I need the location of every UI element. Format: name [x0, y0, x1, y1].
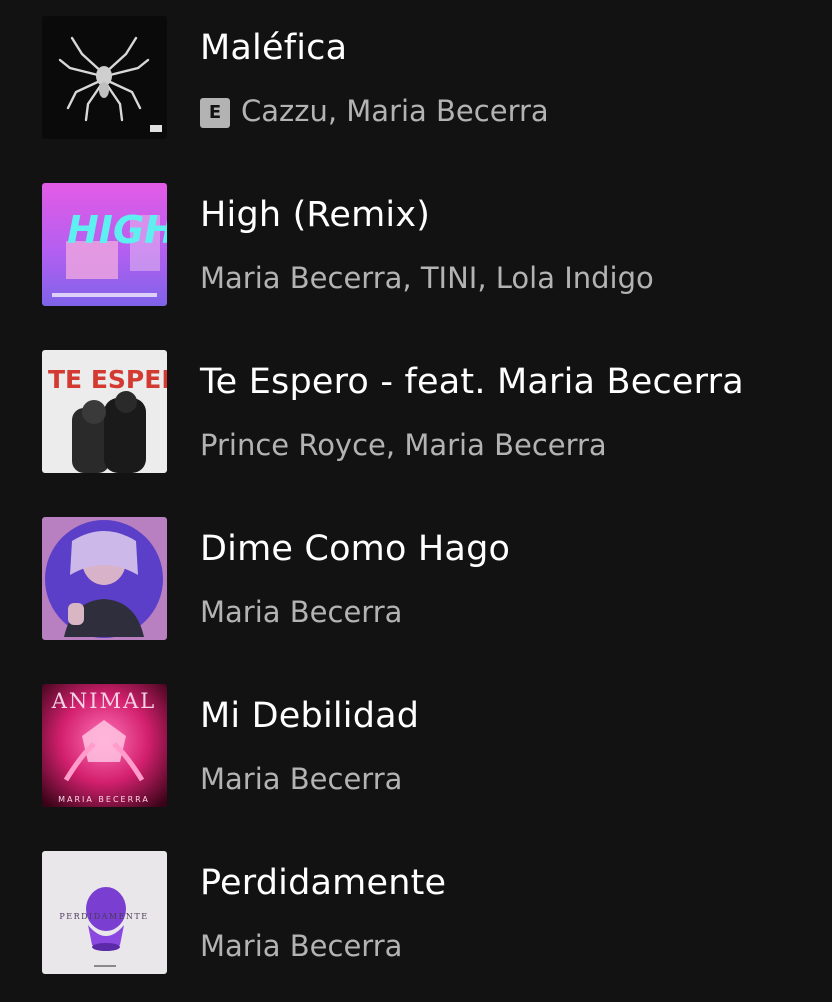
- track-artists: Cazzu, Maria Becerra: [241, 94, 549, 128]
- track-title: Perdidamente: [200, 863, 447, 903]
- track-title: High (Remix): [200, 195, 431, 235]
- cover-subtext-animal: MARIA BECERRA: [58, 795, 150, 804]
- track-title: Te Espero - feat. Maria Becerra: [200, 362, 744, 402]
- track-row[interactable]: HIGH High (Remix) Maria Becerra, TINI, L…: [0, 167, 832, 334]
- track-title: Maléfica: [200, 28, 348, 68]
- cover-text-perdidamente: PERDIDAMENTE: [59, 912, 148, 921]
- track-row[interactable]: ANIMAL MARIA BECERRA Mi Debilidad Maria …: [0, 668, 832, 835]
- track-title: Dime Como Hago: [200, 529, 511, 569]
- track-artists: Prince Royce, Maria Becerra: [200, 428, 607, 462]
- album-cover-dime-como-hago: [42, 517, 167, 640]
- track-row[interactable]: Dime Como Hago Maria Becerra: [0, 501, 832, 668]
- cover-text-animal: ANIMAL: [51, 689, 156, 713]
- track-artists: Maria Becerra: [200, 762, 403, 796]
- track-artists: Maria Becerra: [200, 929, 403, 963]
- album-cover-animal: ANIMAL MARIA BECERRA: [42, 684, 167, 807]
- album-cover-malefica: [42, 16, 167, 139]
- spider-icon: [42, 16, 167, 139]
- track-row[interactable]: TE ESPERO Te Espero - feat. Maria Becerr…: [0, 334, 832, 501]
- track-list: Maléfica E Cazzu, Maria Becerra HIGH Hig…: [0, 0, 832, 1000]
- album-cover-te-espero: TE ESPERO: [42, 350, 167, 473]
- cover-text-high: HIGH: [67, 208, 167, 252]
- track-title: Mi Debilidad: [200, 696, 420, 736]
- track-artists: Maria Becerra, TINI, Lola Indigo: [200, 261, 654, 295]
- cover-text-te-espero: TE ESPERO: [48, 365, 167, 394]
- album-cover-high: HIGH: [42, 183, 167, 306]
- track-row[interactable]: Maléfica E Cazzu, Maria Becerra: [0, 0, 832, 167]
- explicit-badge: E: [200, 98, 230, 128]
- track-artists: Maria Becerra: [200, 595, 403, 629]
- track-artists-line: E Cazzu, Maria Becerra: [200, 93, 549, 129]
- album-cover-perdidamente: PERDIDAMENTE: [42, 851, 167, 974]
- track-row[interactable]: PERDIDAMENTE Perdidamente Maria Becerra: [0, 835, 832, 1002]
